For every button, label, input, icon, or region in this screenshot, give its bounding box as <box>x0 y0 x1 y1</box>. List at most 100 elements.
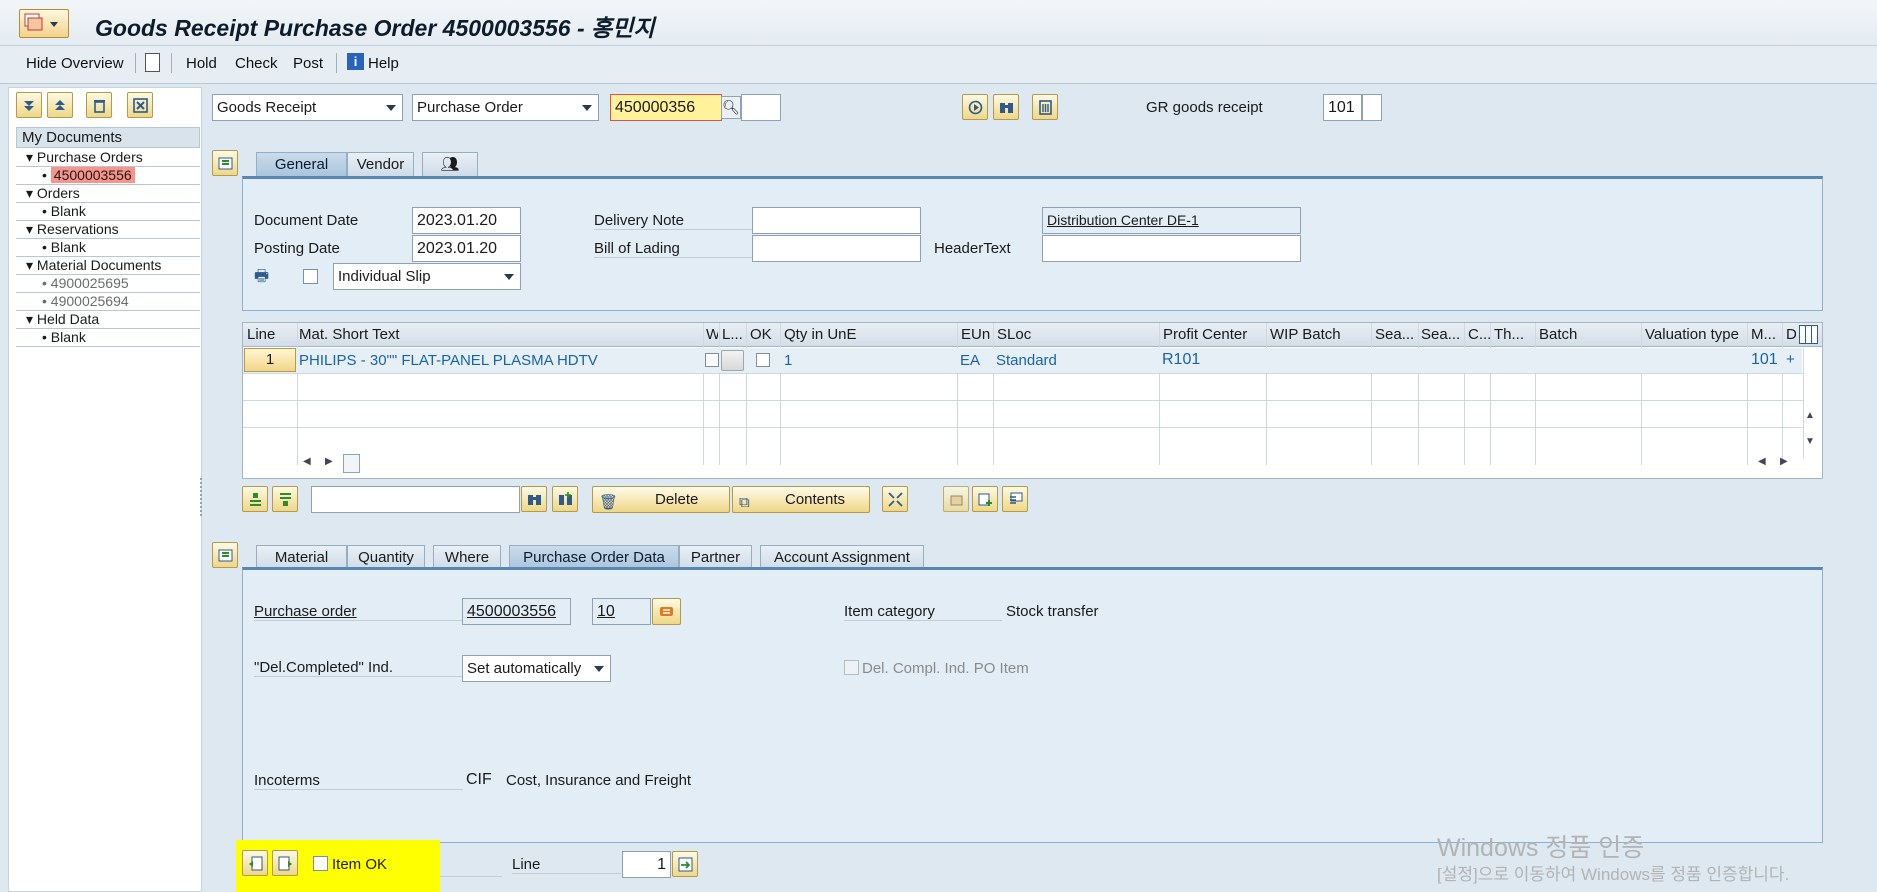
collapse-detail-icon[interactable] <box>212 542 238 568</box>
tree-leaf-reservations[interactable]: • Blank <box>16 239 200 257</box>
search-icon[interactable]: 🔍︎ <box>721 96 741 119</box>
previous-item-icon[interactable] <box>242 850 268 876</box>
tree-leaf-po[interactable]: • 4500003556 <box>16 167 200 185</box>
tree-node-material-documents[interactable]: ▾ Material Documents <box>16 257 200 275</box>
calculator-icon[interactable] <box>1032 94 1058 120</box>
execute-icon[interactable] <box>962 94 988 120</box>
tree-leaf-orders[interactable]: • Blank <box>16 203 200 221</box>
scroll-left-icon[interactable]: ◀ <box>1758 456 1766 467</box>
column-header[interactable]: M... <box>1751 323 1781 347</box>
po-number-input[interactable]: 450000356 <box>610 94 722 121</box>
column-header[interactable]: Line <box>245 323 295 347</box>
column-header[interactable]: Th... <box>1494 323 1532 347</box>
column-header[interactable]: Batch <box>1539 323 1639 347</box>
deselect-all-icon[interactable] <box>272 486 298 512</box>
delete-icon[interactable] <box>86 92 112 118</box>
pane-splitter[interactable] <box>200 478 204 516</box>
column-header[interactable]: D <box>1786 323 1796 347</box>
column-header[interactable]: Sea... <box>1421 323 1463 347</box>
add-row-icon[interactable] <box>972 486 998 512</box>
find-next-icon[interactable] <box>552 486 578 512</box>
tab-vendor[interactable]: Vendor <box>347 152 414 177</box>
contents-button[interactable]: ⧉ Contents <box>732 486 870 513</box>
binoculars-icon[interactable] <box>993 94 1019 120</box>
box-icon[interactable] <box>943 486 969 512</box>
column-header[interactable]: C... <box>1468 323 1490 347</box>
qty-cell[interactable]: 1 <box>784 352 792 369</box>
help-button[interactable]: Help <box>368 55 399 72</box>
delivery-note-input[interactable] <box>752 207 921 234</box>
column-header[interactable]: Qty in UnE <box>784 323 954 347</box>
column-layout-icon[interactable] <box>1799 325 1818 344</box>
scroll-right-icon[interactable]: ▶ <box>1780 456 1788 467</box>
collapse-all-icon[interactable] <box>47 92 73 118</box>
scroll-down-icon[interactable]: ▼ <box>1805 436 1815 447</box>
reference-select[interactable]: Purchase Order <box>412 94 599 121</box>
delete-button[interactable]: 🗑︎ Delete <box>592 486 730 513</box>
slip-type-select[interactable]: Individual Slip <box>333 263 521 290</box>
close-icon[interactable] <box>127 92 153 118</box>
print-checkbox[interactable] <box>303 269 318 284</box>
transaction-select[interactable]: Goods Receipt <box>212 94 403 121</box>
hide-overview-button[interactable]: Hide Overview <box>26 55 124 72</box>
column-header[interactable]: W <box>706 323 718 347</box>
tree-leaf-held[interactable]: • Blank <box>16 329 200 347</box>
column-header[interactable]: Sea... <box>1375 323 1417 347</box>
column-header[interactable]: OK <box>750 323 778 347</box>
info-icon[interactable]: i <box>347 53 364 70</box>
tree-node-reservations[interactable]: ▾ Reservations <box>16 221 200 239</box>
post-button[interactable]: Post <box>293 55 323 72</box>
detail-icon[interactable] <box>721 350 744 371</box>
tree-leaf-md2[interactable]: • 4900025694 <box>16 293 200 311</box>
scroll-up-icon[interactable]: ▲ <box>1805 410 1815 421</box>
del-completed-select[interactable]: Set automatically <box>462 655 611 682</box>
go-to-line-icon[interactable] <box>672 851 698 877</box>
expand-all-icon[interactable] <box>16 92 42 118</box>
header-text-input[interactable] <box>1042 235 1301 262</box>
po-item-input[interactable] <box>741 94 781 121</box>
tree-node-held-data[interactable]: ▾ Held Data <box>16 311 200 329</box>
app-icon[interactable] <box>19 9 69 38</box>
new-document-icon[interactable] <box>145 53 160 72</box>
scroll-right-icon[interactable]: ▶ <box>325 456 333 467</box>
maximize-icon[interactable] <box>882 486 908 512</box>
posting-date-input[interactable]: 2023.01.20 <box>412 235 521 262</box>
column-header[interactable]: L... <box>722 323 744 347</box>
tree-node-purchase-orders[interactable]: ▾ Purchase Orders <box>16 149 200 167</box>
d-cell[interactable]: + <box>1786 351 1795 368</box>
column-header[interactable]: Profit Center <box>1163 323 1266 347</box>
column-header[interactable]: EUn <box>961 323 990 347</box>
tab-general[interactable]: General <box>256 152 347 177</box>
column-header[interactable]: WIP Batch <box>1270 323 1370 347</box>
find-icon[interactable] <box>521 486 547 512</box>
profit-center-cell[interactable]: R101 <box>1162 351 1200 369</box>
hold-button[interactable]: Hold <box>186 55 217 72</box>
grid-search-input[interactable] <box>311 486 520 513</box>
column-header[interactable]: Valuation type <box>1645 323 1745 347</box>
column-header[interactable]: SLoc <box>997 323 1157 347</box>
column-header[interactable]: Mat. Short Text <box>299 323 701 347</box>
row-selector[interactable]: 1 <box>244 348 296 372</box>
tab-partner-icon[interactable]: 👥︎ <box>422 152 478 177</box>
scroll-left-icon[interactable]: ◀ <box>303 456 311 467</box>
display-po-icon[interactable] <box>652 598 681 625</box>
check-button[interactable]: Check <box>235 55 278 72</box>
tree-node-orders[interactable]: ▾ Orders <box>16 185 200 203</box>
collapse-header-icon[interactable] <box>212 150 238 176</box>
line-input[interactable]: 1 <box>622 851 671 878</box>
eun-cell[interactable]: EA <box>960 352 980 369</box>
comment-icon[interactable] <box>1002 486 1028 512</box>
scroll-thumb[interactable] <box>343 454 360 473</box>
movement-type-input[interactable]: 101 <box>1323 94 1362 121</box>
item-ok-checkbox[interactable] <box>313 856 328 871</box>
tree-leaf-md1[interactable]: • 4900025695 <box>16 275 200 293</box>
printer-icon[interactable]: 🖶 <box>254 265 274 285</box>
bill-of-lading-input[interactable] <box>752 235 921 262</box>
ok-checkbox[interactable] <box>756 353 770 367</box>
material-cell[interactable]: PHILIPS - 30"" FLAT-PANEL PLASMA HDTV <box>299 352 598 369</box>
select-all-icon[interactable] <box>242 486 268 512</box>
next-item-icon[interactable] <box>272 850 298 876</box>
sloc-cell[interactable]: Standard <box>996 352 1057 369</box>
movement-cell[interactable]: 101 <box>1751 351 1778 369</box>
document-date-input[interactable]: 2023.01.20 <box>412 207 521 234</box>
